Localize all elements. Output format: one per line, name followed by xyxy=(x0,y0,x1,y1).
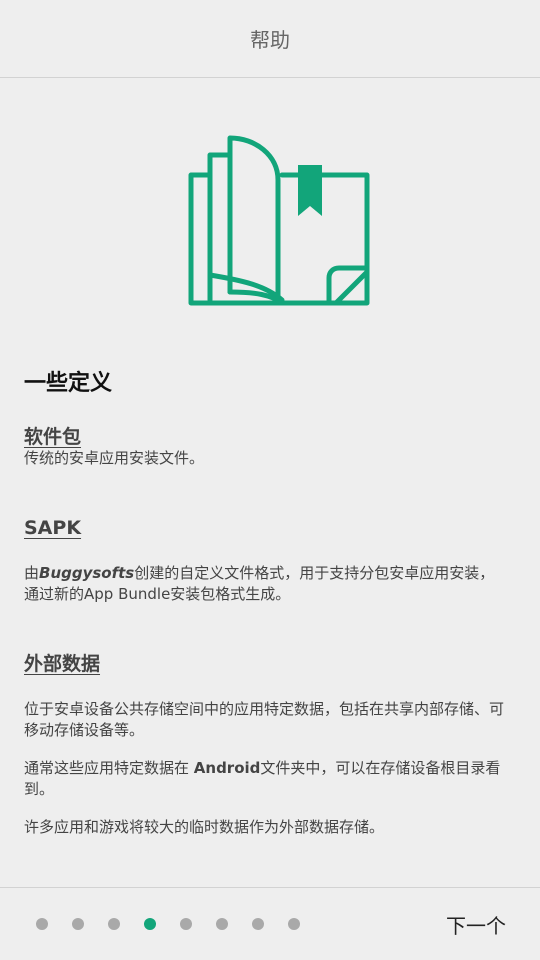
page-dot[interactable] xyxy=(72,918,84,930)
definition-text: 由Buggysofts创建的自定义文件格式，用于支持分包安卓应用安装， 通过新的… xyxy=(24,563,516,605)
hero-illustration xyxy=(0,130,540,315)
page-dot[interactable] xyxy=(288,918,300,930)
brand-name: Buggysofts xyxy=(39,564,135,582)
top-bar: 帮助 xyxy=(0,0,540,78)
text-segment: 创建的自定义文件格式，用于支持分包安卓应用安装， xyxy=(134,564,495,582)
definition-text: 通常这些应用特定数据在 Android文件夹中，可以在存储设备根目录看到。 xyxy=(24,758,516,800)
open-book-bookmark-icon xyxy=(188,135,370,306)
term-sapk[interactable]: SAPK xyxy=(24,515,516,541)
term-external-data[interactable]: 外部数据 xyxy=(24,651,516,677)
definitions-content: 一些定义 软件包 传统的安卓应用安装文件。 SAPK 由Buggysofts创建… xyxy=(24,364,516,838)
definition-external-data: 外部数据 位于安卓设备公共存储空间中的应用特定数据，包括在共享内部存储、可移动存… xyxy=(24,651,516,838)
definition-text: 许多应用和游戏将较大的临时数据作为外部数据存储。 xyxy=(24,818,385,836)
folder-name: Android xyxy=(193,759,261,777)
definition-text: 传统的安卓应用安装文件。 xyxy=(24,449,205,467)
page-dot[interactable] xyxy=(36,918,48,930)
text-segment: 通常这些应用特定数据在 xyxy=(24,759,194,777)
page-dot-active[interactable] xyxy=(144,918,156,930)
page-dot[interactable] xyxy=(252,918,264,930)
page-dot[interactable] xyxy=(180,918,192,930)
text-segment: 通过新的App Bundle安装包格式生成。 xyxy=(24,585,291,603)
text-segment: 由 xyxy=(24,564,40,582)
page-dot[interactable] xyxy=(108,918,120,930)
bottom-bar: 下一个 xyxy=(0,887,540,960)
definition-text: 位于安卓设备公共存储空间中的应用特定数据，包括在共享内部存储、可移动存储设备等。 xyxy=(24,700,505,739)
definition-sapk: SAPK 由Buggysofts创建的自定义文件格式，用于支持分包安卓应用安装，… xyxy=(24,515,516,605)
page-indicator xyxy=(36,918,324,930)
page-dot[interactable] xyxy=(216,918,228,930)
page-title: 帮助 xyxy=(250,28,290,52)
term-package[interactable]: 软件包 xyxy=(24,424,516,450)
next-button[interactable]: 下一个 xyxy=(446,910,506,939)
section-title: 一些定义 xyxy=(24,371,113,396)
definition-package: 软件包 传统的安卓应用安装文件。 xyxy=(24,424,516,469)
